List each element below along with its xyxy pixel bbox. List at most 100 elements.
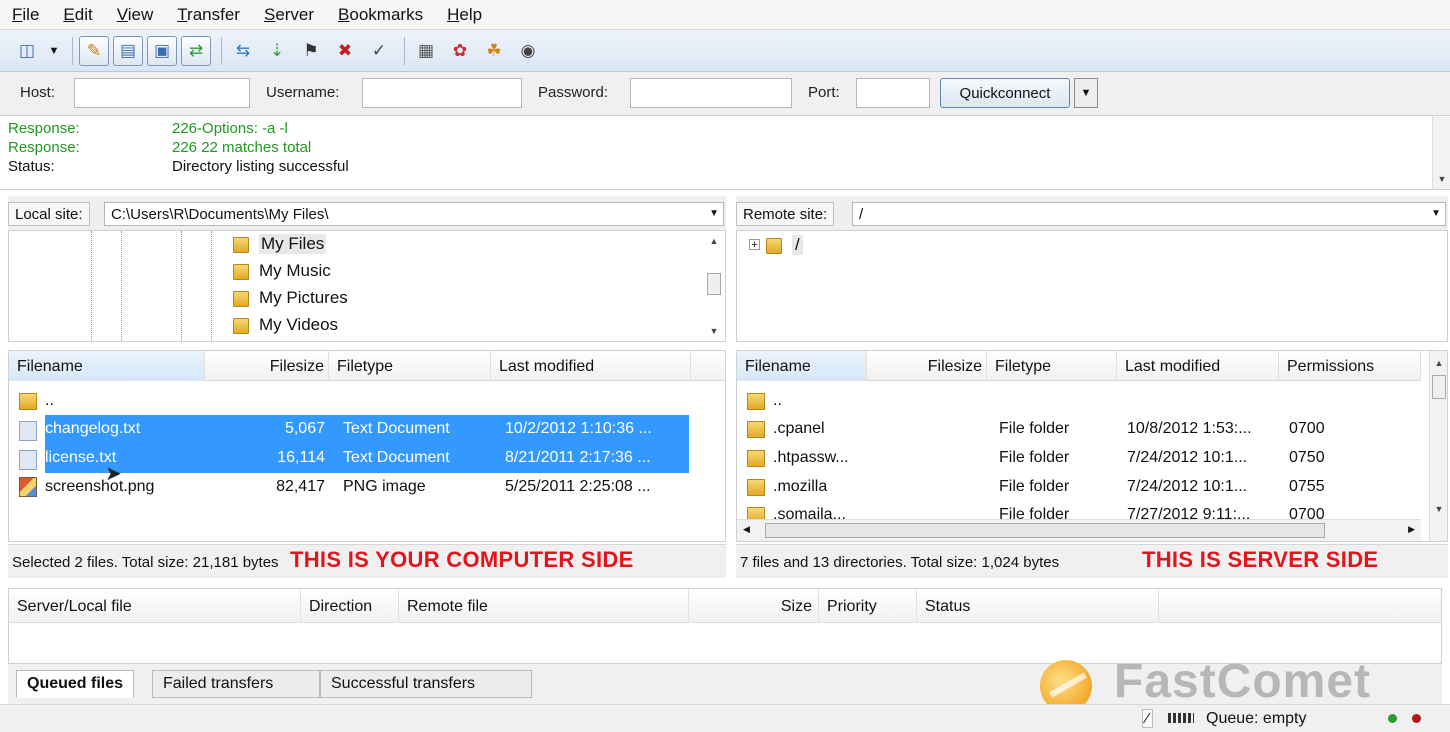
local-site-label: Local site: xyxy=(8,202,90,226)
log-scrollbar[interactable]: ▼ xyxy=(1432,116,1450,189)
sync-browse-icon[interactable]: ✿ xyxy=(445,36,475,66)
menu-help[interactable]: Help xyxy=(447,5,482,25)
reconnect-icon[interactable]: ✓ xyxy=(364,36,394,66)
column-header-filename[interactable]: Filename xyxy=(9,351,205,381)
toggle-log-icon[interactable]: ✎ xyxy=(79,35,109,66)
scroll-down-icon[interactable]: ▼ xyxy=(705,323,723,339)
remote-directory-tree: + / xyxy=(736,230,1448,342)
tab-queued-files[interactable]: Queued files xyxy=(16,670,135,698)
queue-header: Server/Local file Direction Remote file … xyxy=(9,589,1441,623)
column-header-filetype[interactable]: Filetype xyxy=(329,351,491,381)
column-header-filesize[interactable]: Filesize xyxy=(867,351,987,381)
file-type: File folder xyxy=(999,420,1070,437)
scroll-thumb[interactable] xyxy=(1432,375,1446,399)
tree-item-root[interactable]: + / xyxy=(749,231,803,258)
port-input[interactable] xyxy=(856,78,930,108)
remote-list-header: Filename Filesize Filetype Last modified… xyxy=(737,351,1421,381)
table-row[interactable]: license.txt 16,114 Text Document 8/21/20… xyxy=(45,444,689,473)
local-path-input[interactable]: C:\Users\R\Documents\My Files\ ▼ xyxy=(104,202,724,226)
tree-guide-line xyxy=(121,231,122,341)
column-header-last-modified[interactable]: Last modified xyxy=(1117,351,1279,381)
table-row[interactable]: .htpassw... File folder 7/24/2012 10:1..… xyxy=(737,444,1421,473)
remote-vertical-scrollbar[interactable]: ▲ ▼ xyxy=(1429,351,1447,541)
column-header-filetype[interactable]: Filetype xyxy=(987,351,1117,381)
file-type: File folder xyxy=(999,449,1070,466)
menu-file[interactable]: File xyxy=(12,5,39,25)
local-tree-scrollbar[interactable]: ▲ ▼ xyxy=(705,231,723,341)
folder-icon xyxy=(747,477,765,497)
file-permissions: 0755 xyxy=(1289,478,1325,495)
directory-comparison-icon[interactable]: ▦ xyxy=(411,36,441,66)
menu-transfer[interactable]: Transfer xyxy=(177,5,240,25)
log-message: 226 22 matches total xyxy=(172,139,312,156)
toggle-local-tree-icon[interactable]: ▤ xyxy=(113,35,143,66)
toggle-remote-tree-icon[interactable]: ▣ xyxy=(147,35,177,66)
scroll-thumb[interactable] xyxy=(707,273,721,295)
local-list-header: Filename Filesize Filetype Last modified xyxy=(9,351,725,381)
tree-item-my-files[interactable]: My Files xyxy=(231,231,327,257)
menu-server[interactable]: Server xyxy=(264,5,314,25)
toggle-queue-icon[interactable]: ⇄ xyxy=(181,35,211,66)
chevron-down-icon[interactable]: ▼ xyxy=(1431,208,1441,219)
table-row[interactable]: .cpanel File folder 10/8/2012 1:53:... 0… xyxy=(737,415,1421,444)
scroll-left-icon[interactable]: ◀ xyxy=(743,524,750,535)
refresh-icon[interactable]: ⇆ xyxy=(228,36,258,66)
password-input[interactable] xyxy=(630,78,792,108)
remote-path-input[interactable]: / ▼ xyxy=(852,202,1446,226)
tree-item-my-music[interactable]: My Music xyxy=(231,257,331,284)
file-permissions: 0750 xyxy=(1289,449,1325,466)
table-row[interactable]: .. xyxy=(9,387,725,416)
filter-icon[interactable]: ☘ xyxy=(479,36,509,66)
quickconnect-button[interactable]: Quickconnect xyxy=(940,78,1070,108)
queue-column-server-local-file[interactable]: Server/Local file xyxy=(9,589,301,623)
watermark-text: FastComet xyxy=(1114,655,1372,708)
port-label: Port: xyxy=(808,84,840,101)
tab-failed-transfers[interactable]: Failed transfers xyxy=(152,670,320,698)
dropdown-arrow-icon[interactable]: ▼ xyxy=(46,36,62,66)
file-type: File folder xyxy=(999,478,1070,495)
username-input[interactable] xyxy=(362,78,522,108)
queue-column-size[interactable]: Size xyxy=(689,589,819,623)
file-modified: 7/24/2012 10:1... xyxy=(1127,449,1248,466)
local-file-list: Filename Filesize Filetype Last modified… xyxy=(8,350,726,542)
tree-item-my-videos[interactable]: My Videos xyxy=(231,311,338,338)
site-manager-icon[interactable]: ◫ xyxy=(12,36,42,66)
column-header-last-modified[interactable]: Last modified xyxy=(491,351,691,381)
expand-icon[interactable]: + xyxy=(749,239,760,251)
queue-column-direction[interactable]: Direction xyxy=(301,589,399,623)
queue-column-remote-file[interactable]: Remote file xyxy=(399,589,689,623)
disconnect-icon[interactable]: ✖ xyxy=(330,36,360,66)
column-header-filename[interactable]: Filename xyxy=(737,351,867,381)
log-message: Directory listing successful xyxy=(172,158,349,175)
host-input[interactable] xyxy=(74,78,250,108)
scroll-thumb[interactable] xyxy=(765,523,1325,538)
speed-limit-icon[interactable]: ⁄ xyxy=(1142,709,1153,728)
table-row[interactable]: changelog.txt 5,067 Text Document 10/2/2… xyxy=(45,415,689,444)
tree-guide-line xyxy=(91,231,92,341)
table-row[interactable]: .mozilla File folder 7/24/2012 10:1... 0… xyxy=(737,473,1421,502)
menu-view[interactable]: View xyxy=(117,5,154,25)
search-icon[interactable]: ◉ xyxy=(513,36,543,66)
queue-column-priority[interactable]: Priority xyxy=(819,589,917,623)
folder-icon xyxy=(231,235,251,253)
image-file-icon xyxy=(19,477,37,497)
menu-edit[interactable]: Edit xyxy=(63,5,92,25)
scroll-down-icon[interactable]: ▼ xyxy=(1433,171,1450,187)
menu-bookmarks[interactable]: Bookmarks xyxy=(338,5,423,25)
quickconnect-dropdown-icon[interactable]: ▼ xyxy=(1074,78,1098,108)
scroll-down-icon[interactable]: ▼ xyxy=(1430,501,1447,517)
queue-column-status[interactable]: Status xyxy=(917,589,1159,623)
column-header-filesize[interactable]: Filesize xyxy=(205,351,329,381)
table-row[interactable]: .. xyxy=(737,387,1421,416)
tree-item-my-pictures[interactable]: My Pictures xyxy=(231,284,348,311)
column-header-permissions[interactable]: Permissions xyxy=(1279,351,1421,381)
tab-successful-transfers[interactable]: Successful transfers xyxy=(320,670,532,698)
scroll-up-icon[interactable]: ▲ xyxy=(1430,355,1447,371)
remote-horizontal-scrollbar[interactable]: ◀ ▶ xyxy=(737,519,1421,541)
chevron-down-icon[interactable]: ▼ xyxy=(709,208,719,219)
table-row[interactable]: .somaila... File folder 7/27/2012 9:11:.… xyxy=(737,501,1421,519)
scroll-right-icon[interactable]: ▶ xyxy=(1408,524,1415,535)
cancel-icon[interactable]: ⚑ xyxy=(296,36,326,66)
process-queue-icon[interactable]: ⇣ xyxy=(262,36,292,66)
scroll-up-icon[interactable]: ▲ xyxy=(705,233,723,249)
